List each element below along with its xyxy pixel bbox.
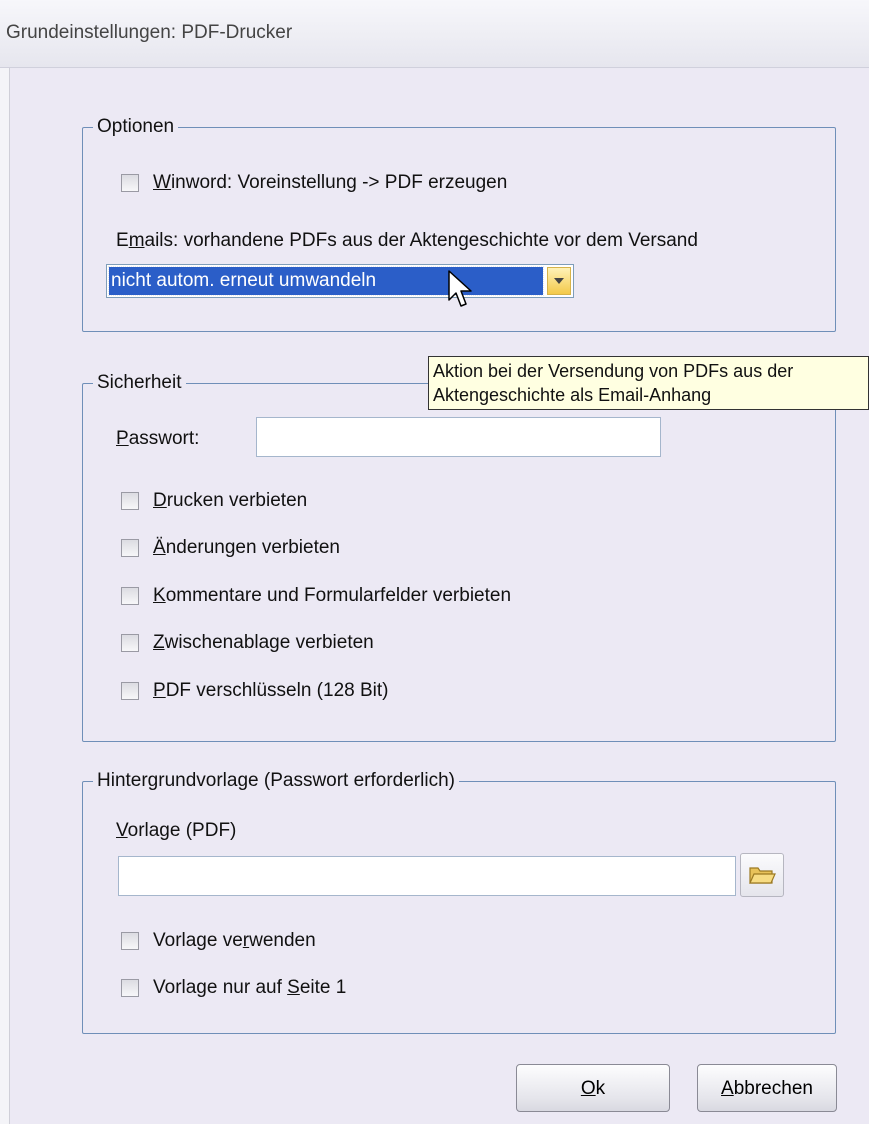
password-input[interactable] (256, 417, 661, 457)
winword-pdf-checkbox-row[interactable]: Winword: Voreinstellung -> PDF erzeugen (121, 172, 507, 194)
security-checkbox-row[interactable]: Zwischenablage verbieten (121, 632, 374, 654)
mouse-pointer-icon (448, 270, 472, 307)
template-page1-checkbox-row[interactable]: Vorlage nur auf Seite 1 (121, 977, 346, 999)
cancel-button[interactable]: Abbrechen (697, 1064, 837, 1112)
tooltip-line-2: Aktengeschichte als Email-Anhang (433, 385, 712, 405)
folder-icon (749, 867, 776, 884)
background-template-group-legend: Hintergrundvorlage (Passwort erforderlic… (97, 770, 455, 791)
template-page1-checkbox[interactable] (121, 979, 139, 997)
encrypt-pdf-label: PDF verschlüsseln (128 Bit) (153, 680, 389, 701)
window-frame-left (0, 68, 10, 1124)
use-template-label: Vorlage verwenden (153, 930, 316, 951)
chevron-down-icon[interactable] (547, 267, 571, 295)
clipboard-forbid-label: Zwischenablage verbieten (153, 632, 374, 653)
security-checkbox-row[interactable]: Änderungen verbieten (121, 537, 340, 559)
comments-forbid-label: Kommentare und Formularfelder verbieten (153, 585, 512, 606)
use-template-checkbox[interactable] (121, 932, 139, 950)
tooltip-line-1: Aktion bei der Versendung von PDFs aus d… (433, 361, 794, 381)
winword-pdf-checkbox[interactable] (121, 174, 139, 192)
use-template-checkbox-row[interactable]: Vorlage verwenden (121, 930, 316, 952)
emails-action-selected-value: nicht autom. erneut umwandeln (108, 266, 544, 296)
print-forbid-label: Drucken verbieten (153, 490, 308, 511)
winword-pdf-label: Winword: Voreinstellung -> PDF erzeugen (153, 172, 508, 193)
browse-template-button[interactable] (740, 853, 784, 897)
template-label: Vorlage (PDF) (116, 820, 237, 841)
encrypt-pdf-checkbox[interactable] (121, 682, 139, 700)
security-checkbox-row[interactable]: PDF verschlüsseln (128 Bit) (121, 680, 388, 702)
clipboard-forbid-checkbox[interactable] (121, 634, 139, 652)
security-checkbox-row[interactable]: Drucken verbieten (121, 490, 307, 512)
ok-button[interactable]: Ok (516, 1064, 670, 1112)
emails-label: Emails: vorhandene PDFs aus der Aktenges… (116, 230, 698, 251)
title-bar: Grundeinstellungen: PDF-Drucker (0, 0, 869, 68)
print-forbid-checkbox[interactable] (121, 492, 139, 510)
template-path-input[interactable] (118, 856, 736, 896)
security-checkbox-row[interactable]: Kommentare und Formularfelder verbieten (121, 585, 511, 607)
tooltip: Aktion bei der Versendung von PDFs aus d… (428, 356, 869, 410)
changes-forbid-label: Änderungen verbieten (153, 537, 340, 558)
template-page1-label: Vorlage nur auf Seite 1 (153, 977, 347, 998)
emails-action-select[interactable]: nicht autom. erneut umwandeln (106, 264, 574, 298)
security-group-legend: Sicherheit (97, 372, 182, 393)
window-title: Grundeinstellungen: PDF-Drucker (6, 22, 293, 43)
options-group-legend: Optionen (97, 116, 175, 137)
password-label: Passwort: (116, 428, 200, 449)
changes-forbid-checkbox[interactable] (121, 539, 139, 557)
comments-forbid-checkbox[interactable] (121, 587, 139, 605)
